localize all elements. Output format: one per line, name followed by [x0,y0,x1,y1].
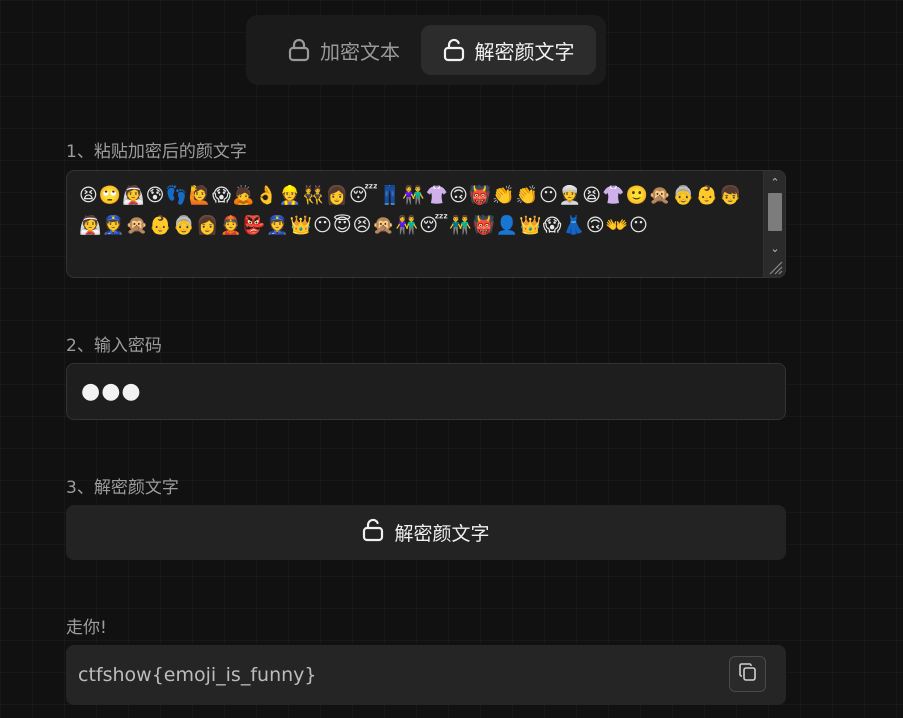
scroll-up-arrow-icon[interactable]: ⌃ [764,173,785,191]
tab-decrypt[interactable]: 解密颜文字 [421,25,596,75]
unlock-icon [443,38,465,62]
step3-label: 3、解密颜文字 [66,478,179,498]
emoji-input-text[interactable]: 😫🙄👰😰👣🙋😱🙇👌👷👯👩😴👖👫👚🙃👹👏👏😶👳😫👚🙂🙊👵👶👦👰👮🙊👶👵👩👲👺👮👑😶… [79,181,759,273]
scroll-down-arrow-icon[interactable]: ⌄ [764,239,785,257]
decrypt-button[interactable]: 解密颜文字 [66,505,786,560]
tab-encrypt-label: 加密文本 [320,39,400,64]
tab-decrypt-label: 解密颜文字 [474,39,575,64]
step1-label: 1、粘贴加密后的颜文字 [66,142,247,162]
copy-button[interactable] [729,656,766,692]
scrollbar-thumb[interactable] [768,193,782,231]
resize-grip-icon[interactable] [767,259,783,275]
copy-icon [738,662,758,687]
result-label: 走你! [66,618,107,638]
decrypt-button-label: 解密颜文字 [394,523,490,545]
tab-encrypt[interactable]: 加密文本 [262,25,426,75]
password-input[interactable]: ●●● [66,363,786,420]
unlock-icon [362,518,384,547]
result-output: ctfshow{emoji_is_funny} [66,645,786,705]
password-masked-value: ●●● [81,379,142,404]
lock-icon [288,38,310,62]
emoji-input[interactable]: 😫🙄👰😰👣🙋😱🙇👌👷👯👩😴👖👫👚🙃👹👏👏😶👳😫👚🙂🙊👵👶👦👰👮🙊👶👵👩👲👺👮👑😶… [66,170,786,278]
step2-label: 2、输入密码 [66,336,162,356]
result-text: ctfshow{emoji_is_funny} [78,664,317,686]
mode-tabs: 加密文本 解密颜文字 [246,15,606,85]
